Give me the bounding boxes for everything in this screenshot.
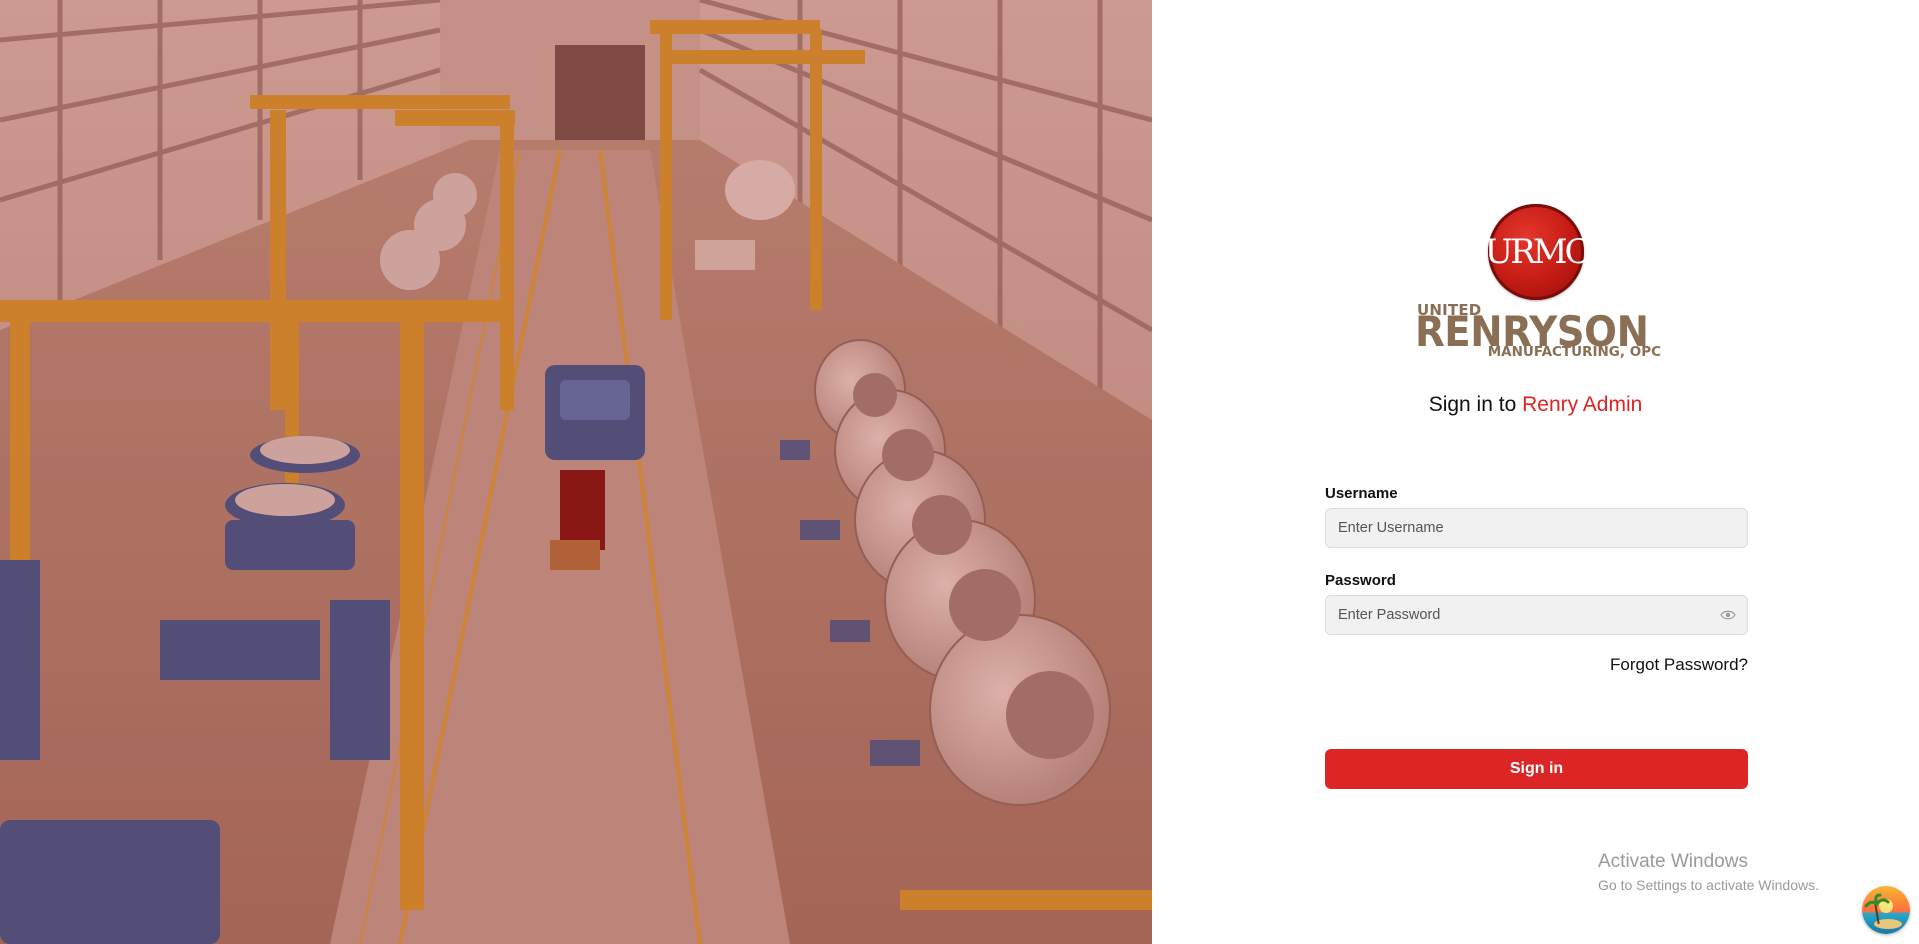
watermark-title: Activate Windows <box>1598 851 1748 872</box>
logo-emblem-text: URMC <box>1484 232 1590 272</box>
activate-windows-watermark: Activate Windows Go to Settings to activ… <box>1598 851 1819 895</box>
login-page: URMC UNITED RENRYSON MANUFACTURING, OPC … <box>0 0 1919 944</box>
heading-brand: Renry Admin <box>1522 393 1643 416</box>
username-input[interactable] <box>1325 508 1748 548</box>
forgot-password-link[interactable]: Forgot Password? <box>1610 655 1748 674</box>
heading-prefix: Sign in to <box>1428 393 1523 416</box>
logo-emblem: URMC <box>1484 204 1591 300</box>
password-label: Password <box>1325 572 1396 589</box>
hero-image <box>0 0 1152 944</box>
watermark-subtitle: Go to Settings to activate Windows. <box>1598 877 1819 893</box>
factory-photo <box>0 0 1152 944</box>
sign-in-heading: Sign in to Renry Admin <box>1152 393 1919 417</box>
sign-in-button[interactable]: Sign in <box>1325 749 1748 789</box>
forgot-row: Forgot Password? <box>1325 655 1748 675</box>
username-field-wrap <box>1325 508 1748 548</box>
login-panel: URMC UNITED RENRYSON MANUFACTURING, OPC … <box>1152 0 1919 944</box>
logo-text-manufacturing: MANUFACTURING, OPC <box>1487 344 1661 360</box>
corner-widget-graphic <box>1862 886 1910 934</box>
password-input[interactable] <box>1325 595 1748 635</box>
username-label: Username <box>1325 485 1398 502</box>
eye-icon[interactable] <box>1720 608 1736 622</box>
beach-island-icon[interactable] <box>1862 886 1910 934</box>
password-field-wrap <box>1325 595 1748 635</box>
company-logo: URMC UNITED RENRYSON MANUFACTURING, OPC <box>1415 204 1661 360</box>
login-form: Username Password Forgot Password? Sign … <box>1325 485 1748 789</box>
